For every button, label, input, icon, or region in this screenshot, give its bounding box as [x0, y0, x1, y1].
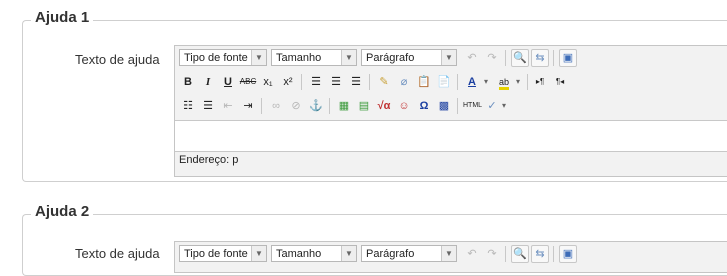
section-legend: Ajuda 2 [31, 203, 94, 220]
toolbar-divider [329, 98, 330, 114]
bullet-list-icon[interactable]: ☷ [179, 97, 197, 115]
field-label: Texto de ajuda [75, 246, 160, 261]
font-size-select[interactable]: Tamanho ▼ [271, 49, 357, 66]
html-button[interactable]: HTML [463, 97, 482, 115]
format-select[interactable]: Parágrafo ▼ [361, 49, 457, 66]
format-select[interactable]: Parágrafo ▼ [361, 245, 457, 262]
chevron-down-icon: ▼ [251, 50, 266, 65]
cleanup-icon[interactable]: ✎ [375, 73, 393, 91]
media-icon[interactable]: ▤ [355, 97, 373, 115]
indent-icon[interactable]: ⇥ [239, 97, 257, 115]
toolbar-row-1: Tipo de fonte ▼ Tamanho ▼ Parágrafo ▼ ↶ … [175, 242, 727, 266]
toolbar-row-1: Tipo de fonte ▼ Tamanho ▼ Parágrafo ▼ ↶ … [175, 46, 727, 70]
editor-content-area[interactable] [175, 120, 727, 152]
underline-button[interactable]: U [219, 73, 237, 91]
link-icon[interactable]: ∞ [267, 97, 285, 115]
align-right-icon[interactable]: ☰ [347, 73, 365, 91]
redo-icon[interactable]: ↷ [483, 245, 501, 263]
align-center-icon[interactable]: ☰ [327, 73, 345, 91]
eraser-icon[interactable]: ⌀ [395, 73, 413, 91]
toolbar-divider [261, 98, 262, 114]
find-icon[interactable]: 🔍 [511, 49, 529, 67]
section-ajuda-1: Ajuda 1 Texto de ajuda Tipo de fonte ▼ T… [22, 9, 727, 182]
outdent-icon[interactable]: ⇤ [219, 97, 237, 115]
font-color-button[interactable]: A [463, 73, 481, 91]
special-char-button[interactable]: Ω [415, 97, 433, 115]
align-left-icon[interactable]: ☰ [307, 73, 325, 91]
chevron-down-icon: ▼ [251, 246, 266, 261]
numbered-list-icon[interactable]: ☰ [199, 97, 217, 115]
field-label: Texto de ajuda [75, 52, 160, 67]
equation-icon[interactable]: √α [375, 97, 393, 115]
italic-button[interactable]: I [199, 73, 217, 91]
fullscreen-icon[interactable]: ▣ [559, 245, 577, 263]
table-icon[interactable]: ▩ [435, 97, 453, 115]
font-size-select[interactable]: Tamanho ▼ [271, 245, 357, 262]
font-family-value: Tipo de fonte [184, 248, 248, 260]
toolbar-divider [553, 50, 554, 66]
unlink-icon[interactable]: ⊘ [287, 97, 305, 115]
find-replace-icon[interactable]: ⇆ [531, 49, 549, 67]
format-value: Parágrafo [366, 52, 415, 64]
font-size-value: Tamanho [276, 248, 322, 260]
fullscreen-icon[interactable]: ▣ [559, 49, 577, 67]
chevron-down-icon: ▼ [341, 246, 356, 261]
toolbar-divider [369, 74, 370, 90]
chevron-down-icon: ▼ [441, 50, 456, 65]
section-legend: Ajuda 1 [31, 9, 94, 26]
toolbar-divider [457, 98, 458, 114]
find-icon[interactable]: 🔍 [511, 245, 529, 263]
subscript-button[interactable]: x₁ [259, 73, 277, 91]
path-status: Endereço: p [179, 154, 239, 166]
toolbar-divider [527, 74, 528, 90]
anchor-icon[interactable]: ⚓ [307, 97, 325, 115]
find-replace-icon[interactable]: ⇆ [531, 245, 549, 263]
chevron-down-icon[interactable]: ▾ [499, 97, 509, 115]
toolbar-row-2: B I U ABC x₁ x² ☰ ☰ ☰ ✎ ⌀ 📋 📄 A ▾ ab ▾ ▸… [175, 70, 727, 94]
undo-icon[interactable]: ↶ [463, 245, 481, 263]
undo-icon[interactable]: ↶ [463, 49, 481, 67]
strikethrough-button[interactable]: ABC [239, 73, 257, 91]
chevron-down-icon: ▼ [441, 246, 456, 261]
font-family-select[interactable]: Tipo de fonte ▼ [179, 245, 267, 262]
font-size-value: Tamanho [276, 52, 322, 64]
highlight-color-button[interactable]: ab [495, 73, 513, 91]
paste-word-icon[interactable]: 📄 [435, 73, 453, 91]
ltr-button[interactable]: ▸¶ [531, 73, 549, 91]
redo-icon[interactable]: ↷ [483, 49, 501, 67]
chevron-down-icon[interactable]: ▾ [481, 73, 491, 91]
section-ajuda-2: Ajuda 2 Texto de ajuda Tipo de fonte ▼ T… [22, 203, 727, 276]
chevron-down-icon: ▼ [341, 50, 356, 65]
rich-text-editor: Tipo de fonte ▼ Tamanho ▼ Parágrafo ▼ ↶ … [174, 241, 727, 273]
paste-text-icon[interactable]: 📋 [415, 73, 433, 91]
toolbar-row-3: ☷ ☰ ⇤ ⇥ ∞ ⊘ ⚓ ▦ ▤ √α ☺ Ω ▩ HTML ✓ ▾ [175, 94, 727, 118]
toolbar-divider [457, 74, 458, 90]
bold-button[interactable]: B [179, 73, 197, 91]
rich-text-editor: Tipo de fonte ▼ Tamanho ▼ Parágrafo ▼ ↶ … [174, 45, 727, 177]
toolbar-divider [301, 74, 302, 90]
rtl-button[interactable]: ¶◂ [551, 73, 569, 91]
font-family-value: Tipo de fonte [184, 52, 248, 64]
chevron-down-icon[interactable]: ▾ [513, 73, 523, 91]
image-icon[interactable]: ▦ [335, 97, 353, 115]
emoticon-icon[interactable]: ☺ [395, 97, 413, 115]
font-family-select[interactable]: Tipo de fonte ▼ [179, 49, 267, 66]
superscript-button[interactable]: x² [279, 73, 297, 91]
format-value: Parágrafo [366, 248, 415, 260]
toolbar-divider [505, 50, 506, 66]
